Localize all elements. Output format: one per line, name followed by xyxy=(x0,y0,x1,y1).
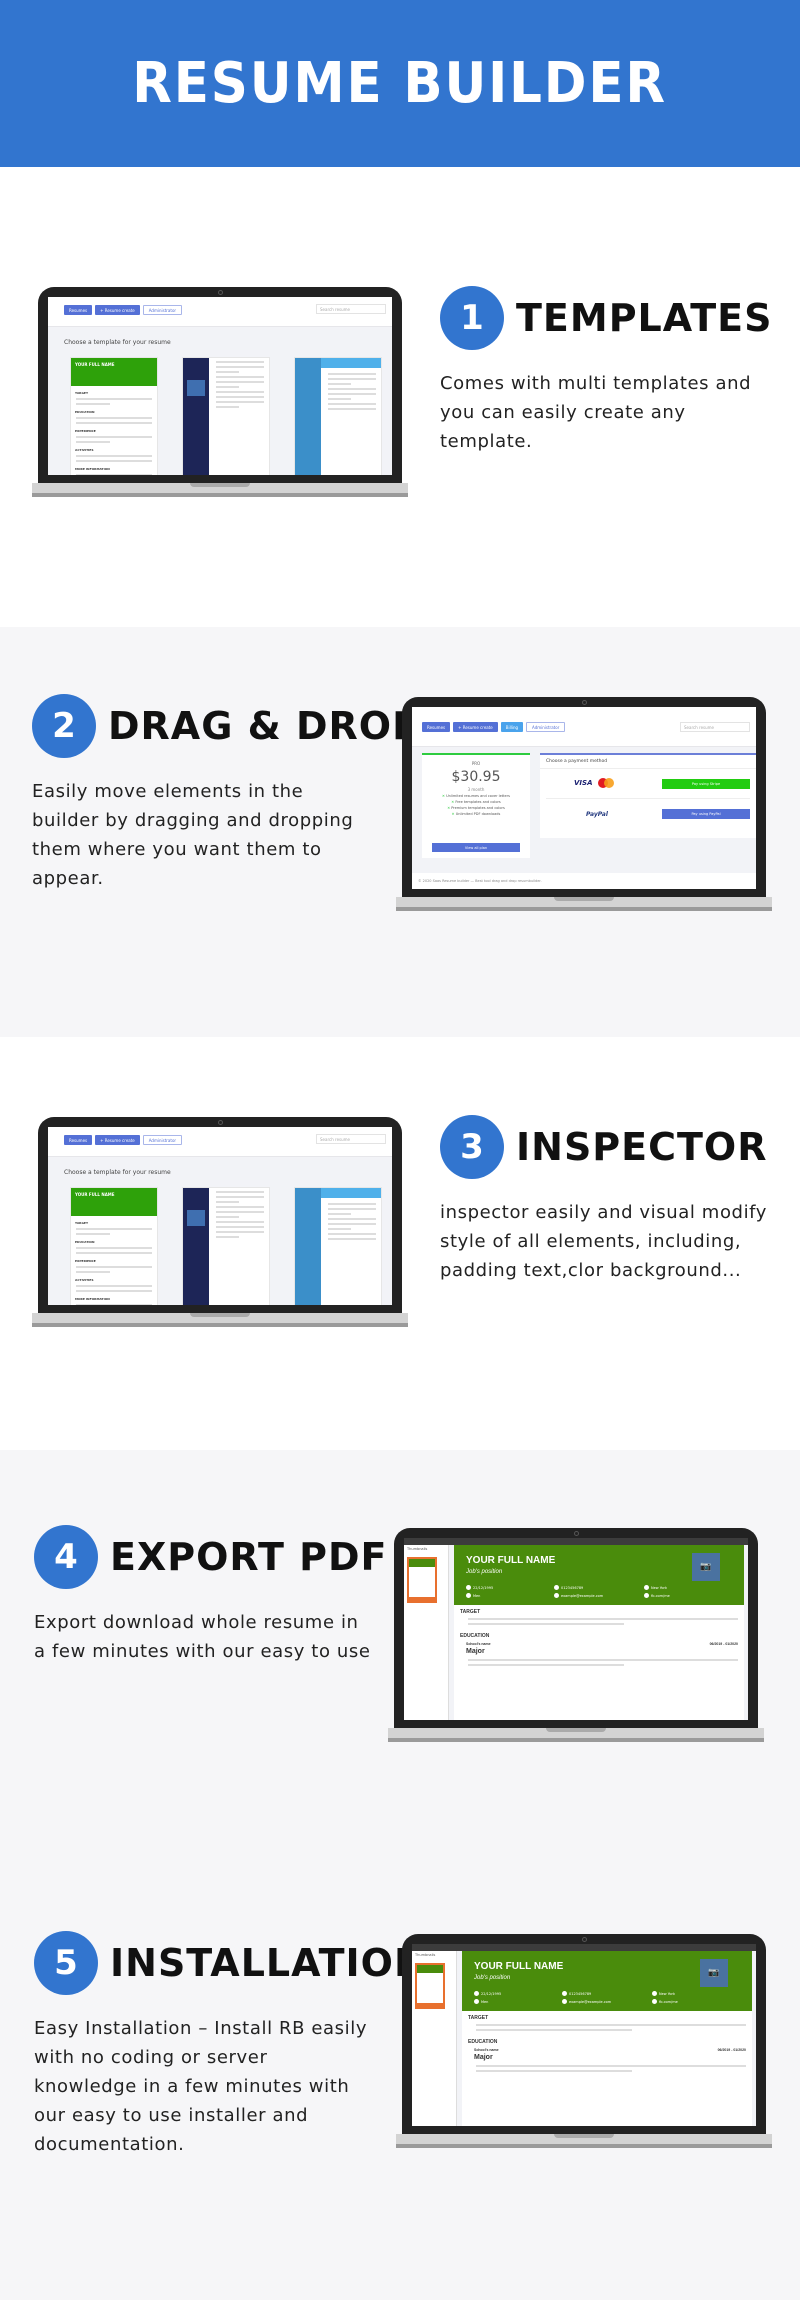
section-export-install: 4 EXPORT PDF Export download whole resume… xyxy=(0,1450,800,2300)
section-drag-drop: 2 DRAG & DROP Easily move elements in the… xyxy=(0,627,800,1037)
view-all-plan-button[interactable]: View all plan xyxy=(432,843,520,852)
feature-title: EXPORT PDF xyxy=(110,1535,388,1579)
billing-button[interactable]: Billing xyxy=(500,722,524,732)
app-screenshot-templates: Resumes + Resume create Administrator Se… xyxy=(48,297,392,475)
step-number-badge: 5 xyxy=(34,1931,98,1995)
choose-template-heading: Choose a template for your resume xyxy=(64,339,171,346)
pdf-viewer-screenshot: Thumbnails YOUR FULL NAME Job's position… xyxy=(404,1538,748,1720)
administrator-button[interactable]: Administrator xyxy=(526,722,566,732)
feature-installation: 5 INSTALLATION Easy Installation – Instal… xyxy=(34,1930,426,2159)
app-screenshot-billing: Resumes + Resume create Billing Administ… xyxy=(412,707,756,889)
pay-stripe-button[interactable]: Pay using Stripe xyxy=(662,779,750,789)
feature-drag-drop: 2 DRAG & DROP Easily move elements in the… xyxy=(32,693,420,893)
resume-create-button[interactable]: + Resume create xyxy=(95,1135,140,1145)
feature-description: inspector easily and visual modify style… xyxy=(440,1202,768,1281)
step-number-badge: 2 xyxy=(32,694,96,758)
camera-icon: 📷 xyxy=(700,1959,728,1987)
administrator-button[interactable]: Administrator xyxy=(142,305,183,315)
resume-document: YOUR FULL NAME Job's position 📷 22/12/19… xyxy=(454,1545,744,1720)
laptop-templates: Resumes + Resume create Administrator Se… xyxy=(32,287,408,497)
resume-document: YOUR FULL NAME Job's position 📷 22/12/19… xyxy=(462,1951,752,2126)
section-inspector: Resumes + Resume create Administrator Se… xyxy=(0,1037,800,1450)
feature-export-pdf: 4 EXPORT PDF Export download whole resume… xyxy=(34,1524,386,1666)
page-thumbnail[interactable] xyxy=(415,1963,445,2009)
search-input[interactable]: Search resume xyxy=(316,1134,386,1144)
mastercard-logo xyxy=(598,778,614,788)
app-screenshot-inspector: Resumes + Resume create Administrator Se… xyxy=(48,1127,392,1305)
thumbnails-panel: Thumbnails xyxy=(404,1545,449,1720)
feature-title: DRAG & DROP xyxy=(108,704,421,748)
thumbnails-panel: Thumbnails xyxy=(412,1951,457,2126)
camera-icon xyxy=(582,700,587,705)
page-thumbnail[interactable] xyxy=(407,1557,437,1603)
step-number-badge: 3 xyxy=(440,1115,504,1179)
laptop-billing: Resumes + Resume create Billing Administ… xyxy=(396,697,772,911)
feature-templates: 1 TEMPLATES Comes with multi templates an… xyxy=(440,285,780,456)
feature-description: Easy Installation – Install RB easily wi… xyxy=(34,2018,368,2155)
page-title: RESUME BUILDER xyxy=(132,51,668,116)
laptop-export: Thumbnails YOUR FULL NAME Job's position… xyxy=(388,1528,764,1742)
laptop-inspector: Resumes + Resume create Administrator Se… xyxy=(32,1117,408,1327)
step-number-badge: 1 xyxy=(440,286,504,350)
camera-icon xyxy=(582,1937,587,1942)
pdf-toolbar xyxy=(404,1538,748,1545)
footer-text: © 2020 Saas Resume builder — Best tool d… xyxy=(412,873,756,889)
payment-card: Choose a payment method VISA Pay using S… xyxy=(540,753,756,838)
visa-logo: VISA xyxy=(574,779,593,787)
paypal-logo: PayPal xyxy=(586,811,608,818)
feature-title: TEMPLATES xyxy=(516,296,773,340)
feature-inspector: 3 INSPECTOR inspector easily and visual m… xyxy=(440,1114,780,1285)
template-card-navy[interactable] xyxy=(182,357,270,475)
choose-template-heading: Choose a template for your resume xyxy=(64,1169,171,1176)
template-card-blue[interactable] xyxy=(294,1187,382,1305)
template-card-green[interactable]: YOUR FULL NAME TARGET EDUCATION EXPERIEN… xyxy=(70,357,158,475)
pricing-card: PRO $30.95 3 month ✕ Unlimited resumes a… xyxy=(422,753,530,858)
feature-title: INSTALLATION xyxy=(110,1941,427,1985)
hero-banner: RESUME BUILDER xyxy=(0,0,800,167)
template-card-blue[interactable] xyxy=(294,357,382,475)
feature-description: Comes with multi templates and you can e… xyxy=(440,373,752,452)
section-templates: Resumes + Resume create Administrator Se… xyxy=(0,167,800,627)
camera-icon: 📷 xyxy=(692,1553,720,1581)
camera-icon xyxy=(218,290,223,295)
template-card-navy[interactable] xyxy=(182,1187,270,1305)
administrator-button[interactable]: Administrator xyxy=(142,1135,183,1145)
resumes-button[interactable]: Resumes xyxy=(64,305,93,315)
resume-create-button[interactable]: + Resume create xyxy=(95,305,140,315)
resumes-button[interactable]: Resumes xyxy=(422,722,451,732)
camera-icon xyxy=(218,1120,223,1125)
resume-create-button[interactable]: + Resume create xyxy=(453,722,498,732)
feature-description: Easily move elements in the builder by d… xyxy=(32,781,354,889)
feature-title: INSPECTOR xyxy=(516,1125,768,1169)
price: $30.95 xyxy=(451,769,501,785)
step-number-badge: 4 xyxy=(34,1525,98,1589)
laptop-installation: Thumbnails YOUR FULL NAME Job's position… xyxy=(396,1934,772,2148)
feature-description: Export download whole resume in a few mi… xyxy=(34,1612,371,1662)
camera-icon xyxy=(574,1531,579,1536)
pay-paypal-button[interactable]: Pay using PayPal xyxy=(662,809,750,819)
search-input[interactable]: Search resume xyxy=(316,304,386,314)
template-card-green[interactable]: YOUR FULL NAME TARGET EDUCATION EXPERIEN… xyxy=(70,1187,158,1305)
pdf-viewer-screenshot: Thumbnails YOUR FULL NAME Job's position… xyxy=(412,1944,756,2126)
search-input[interactable]: Search resume xyxy=(680,722,750,732)
pdf-toolbar xyxy=(412,1944,756,1951)
resumes-button[interactable]: Resumes xyxy=(64,1135,93,1145)
